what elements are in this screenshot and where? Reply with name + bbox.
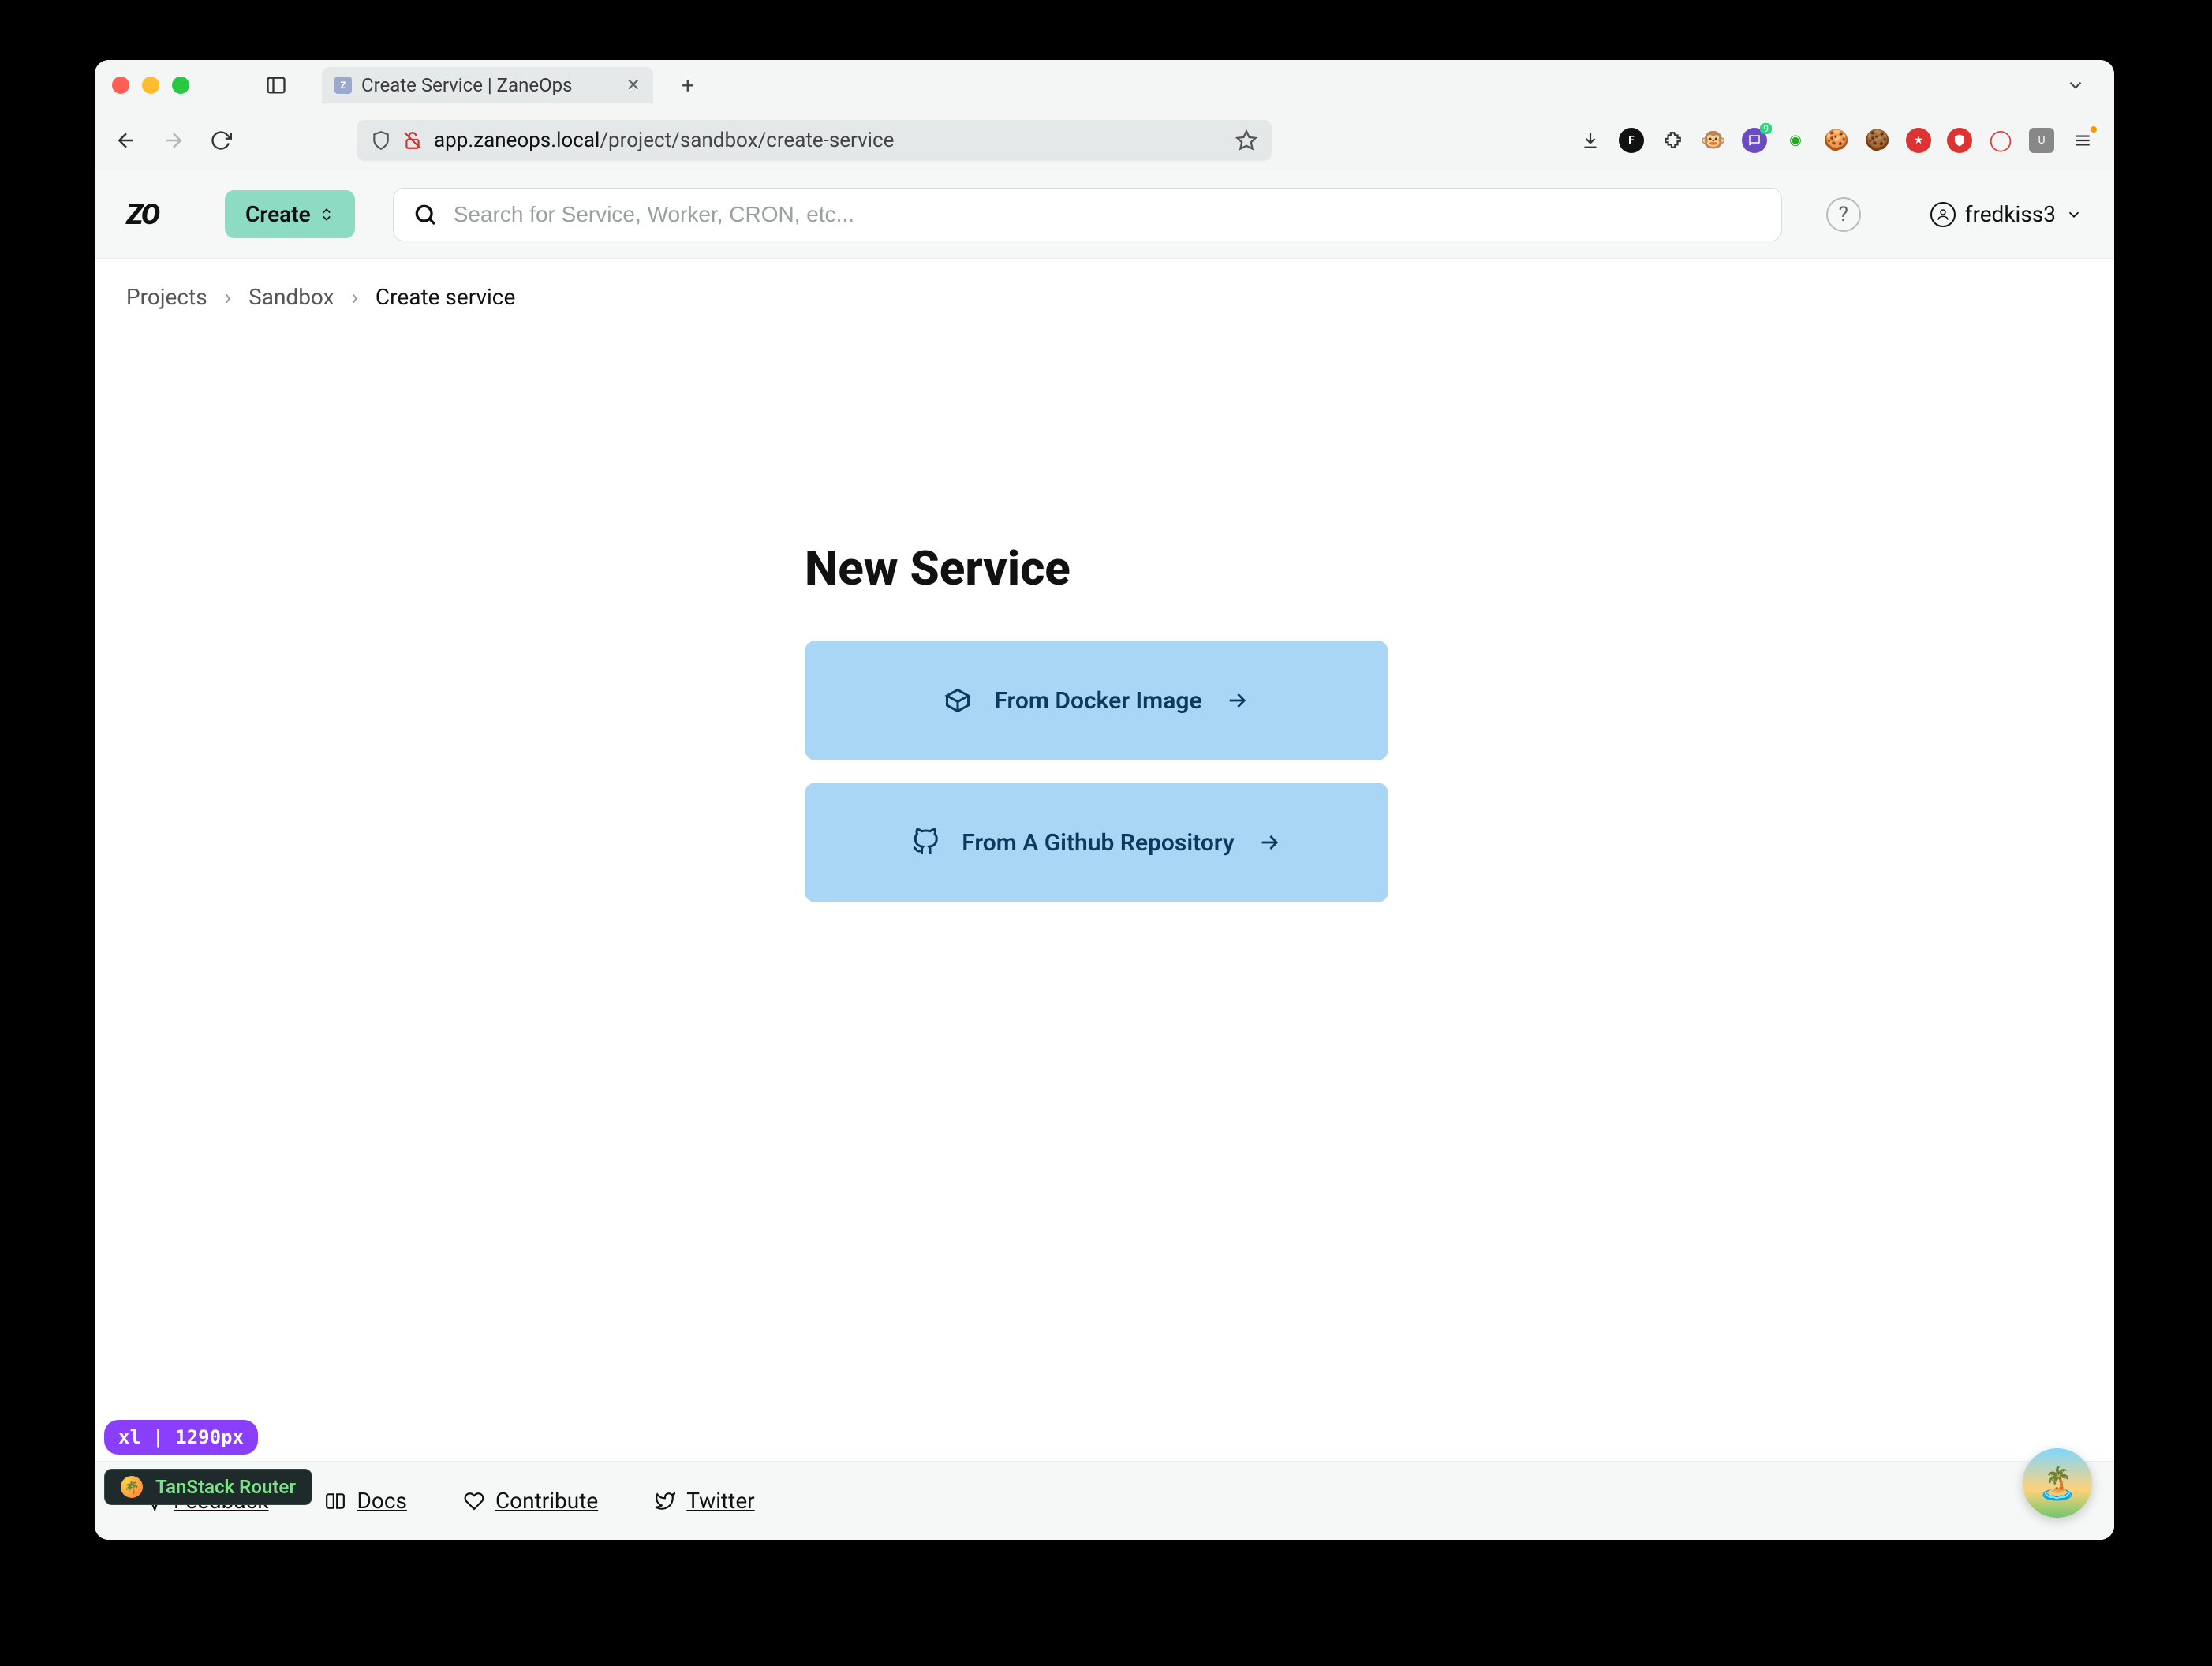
footer-contribute-link[interactable]: Contribute	[464, 1488, 598, 1514]
create-button-label: Create	[245, 201, 311, 227]
search-bar[interactable]	[393, 188, 1782, 241]
tanstack-logo-icon: 🌴	[121, 1476, 143, 1498]
extension-icon[interactable]: ◯	[1988, 128, 2013, 153]
breadcrumb-item[interactable]: Projects	[126, 284, 207, 310]
extension-icon[interactable]: 🍪	[1824, 128, 1849, 153]
user-menu[interactable]: fredkiss3	[1930, 201, 2083, 227]
user-name: fredkiss3	[1965, 201, 2056, 227]
extension-icon[interactable]: F	[1619, 128, 1644, 153]
footer-link-label: Contribute	[495, 1488, 598, 1514]
tab-overflow-icon[interactable]	[2065, 75, 2086, 95]
app-viewport: ZO Create ? fredkiss3 Projects › Sandbox	[95, 170, 2114, 1540]
box-icon	[943, 686, 972, 715]
extension-icon[interactable]: 🐵	[1701, 128, 1726, 153]
user-avatar-icon	[1930, 202, 1956, 227]
new-tab-button[interactable]: +	[675, 73, 701, 98]
extension-icon[interactable]	[1947, 128, 1972, 153]
github-icon	[911, 828, 940, 857]
chevron-down-icon	[2065, 206, 2083, 223]
browser-tabbar: Z Create Service | ZaneOps ✕ +	[95, 60, 2114, 110]
window-close-button[interactable]	[112, 77, 129, 94]
book-icon	[325, 1491, 346, 1511]
create-button[interactable]: Create	[225, 190, 355, 238]
nav-reload-button[interactable]	[208, 128, 234, 153]
arrow-right-icon	[1224, 688, 1250, 713]
browser-window: Z Create Service | ZaneOps ✕ + app.zaneo…	[95, 60, 2114, 1540]
lock-insecure-icon	[402, 130, 423, 151]
extension-icon[interactable]: ★	[1906, 128, 1931, 153]
breakpoint-badge: xl | 1290px	[104, 1420, 258, 1455]
shield-icon	[371, 130, 391, 151]
option-docker-card[interactable]: From Docker Image	[805, 641, 1388, 760]
browser-tab[interactable]: Z Create Service | ZaneOps ✕	[322, 67, 653, 103]
sidebar-toggle-icon[interactable]	[265, 74, 287, 96]
page-title: New Service	[805, 540, 1404, 596]
tab-favicon: Z	[334, 77, 352, 94]
nav-forward-button[interactable]	[161, 128, 186, 153]
tanstack-devtools-badge[interactable]: 🌴 TanStack Router	[104, 1469, 312, 1505]
app-logo[interactable]: ZO	[126, 198, 159, 231]
footer-twitter-link[interactable]: Twitter	[655, 1488, 754, 1514]
extension-icon[interactable]: 9	[1742, 128, 1767, 153]
breadcrumb-item[interactable]: Sandbox	[248, 284, 334, 310]
nav-back-button[interactable]	[114, 128, 139, 153]
extension-icon[interactable]: U	[2029, 128, 2054, 153]
window-maximize-button[interactable]	[172, 77, 189, 94]
breadcrumb: Projects › Sandbox › Create service	[95, 259, 2114, 335]
option-github-card[interactable]: From A Github Repository	[805, 783, 1388, 902]
tab-close-icon[interactable]: ✕	[626, 76, 641, 95]
app-header: ZO Create ? fredkiss3	[95, 170, 2114, 259]
app-footer: Feedback Docs Contribute Twitter	[95, 1461, 2114, 1540]
twitter-icon	[655, 1491, 675, 1511]
url-bar[interactable]: app.zaneops.local/project/sandbox/create…	[357, 120, 1272, 161]
url-text: app.zaneops.local/project/sandbox/create…	[434, 129, 1224, 152]
footer-link-label: Docs	[357, 1488, 406, 1514]
tanstack-label: TanStack Router	[155, 1476, 296, 1498]
extension-icon[interactable]: ◉	[1783, 128, 1808, 153]
chevron-right-icon: ›	[225, 284, 231, 310]
traffic-lights	[112, 77, 189, 94]
browser-navbar: app.zaneops.local/project/sandbox/create…	[95, 110, 2114, 170]
option-label: From A Github Repository	[962, 829, 1235, 857]
heart-hand-icon	[464, 1491, 484, 1511]
arrow-right-icon	[1257, 830, 1282, 855]
downloads-icon[interactable]	[1578, 128, 1603, 153]
option-label: From Docker Image	[994, 687, 1201, 715]
extension-icon[interactable]: 🍪	[1865, 128, 1890, 153]
window-minimize-button[interactable]	[142, 77, 159, 94]
breadcrumb-item-current: Create service	[376, 284, 515, 310]
search-input[interactable]	[454, 202, 1762, 227]
chevron-right-icon: ›	[352, 284, 358, 310]
extension-icons: F 🐵 9 ◉ 🍪 🍪 ★ ◯ U	[1578, 128, 2095, 153]
footer-docs-link[interactable]: Docs	[325, 1488, 406, 1514]
tab-title: Create Service | ZaneOps	[361, 74, 617, 96]
floating-chat-avatar[interactable]: 🏝️	[2023, 1448, 2092, 1518]
search-icon	[413, 202, 438, 227]
browser-menu-icon[interactable]	[2070, 128, 2095, 153]
main-content: New Service From Docker Image From A Git…	[95, 335, 2114, 1540]
footer-link-label: Twitter	[686, 1488, 754, 1514]
bookmark-star-icon[interactable]	[1235, 129, 1257, 151]
chevron-updown-icon	[319, 207, 334, 222]
help-button[interactable]: ?	[1826, 197, 1861, 232]
extensions-menu-icon[interactable]	[1660, 128, 1685, 153]
